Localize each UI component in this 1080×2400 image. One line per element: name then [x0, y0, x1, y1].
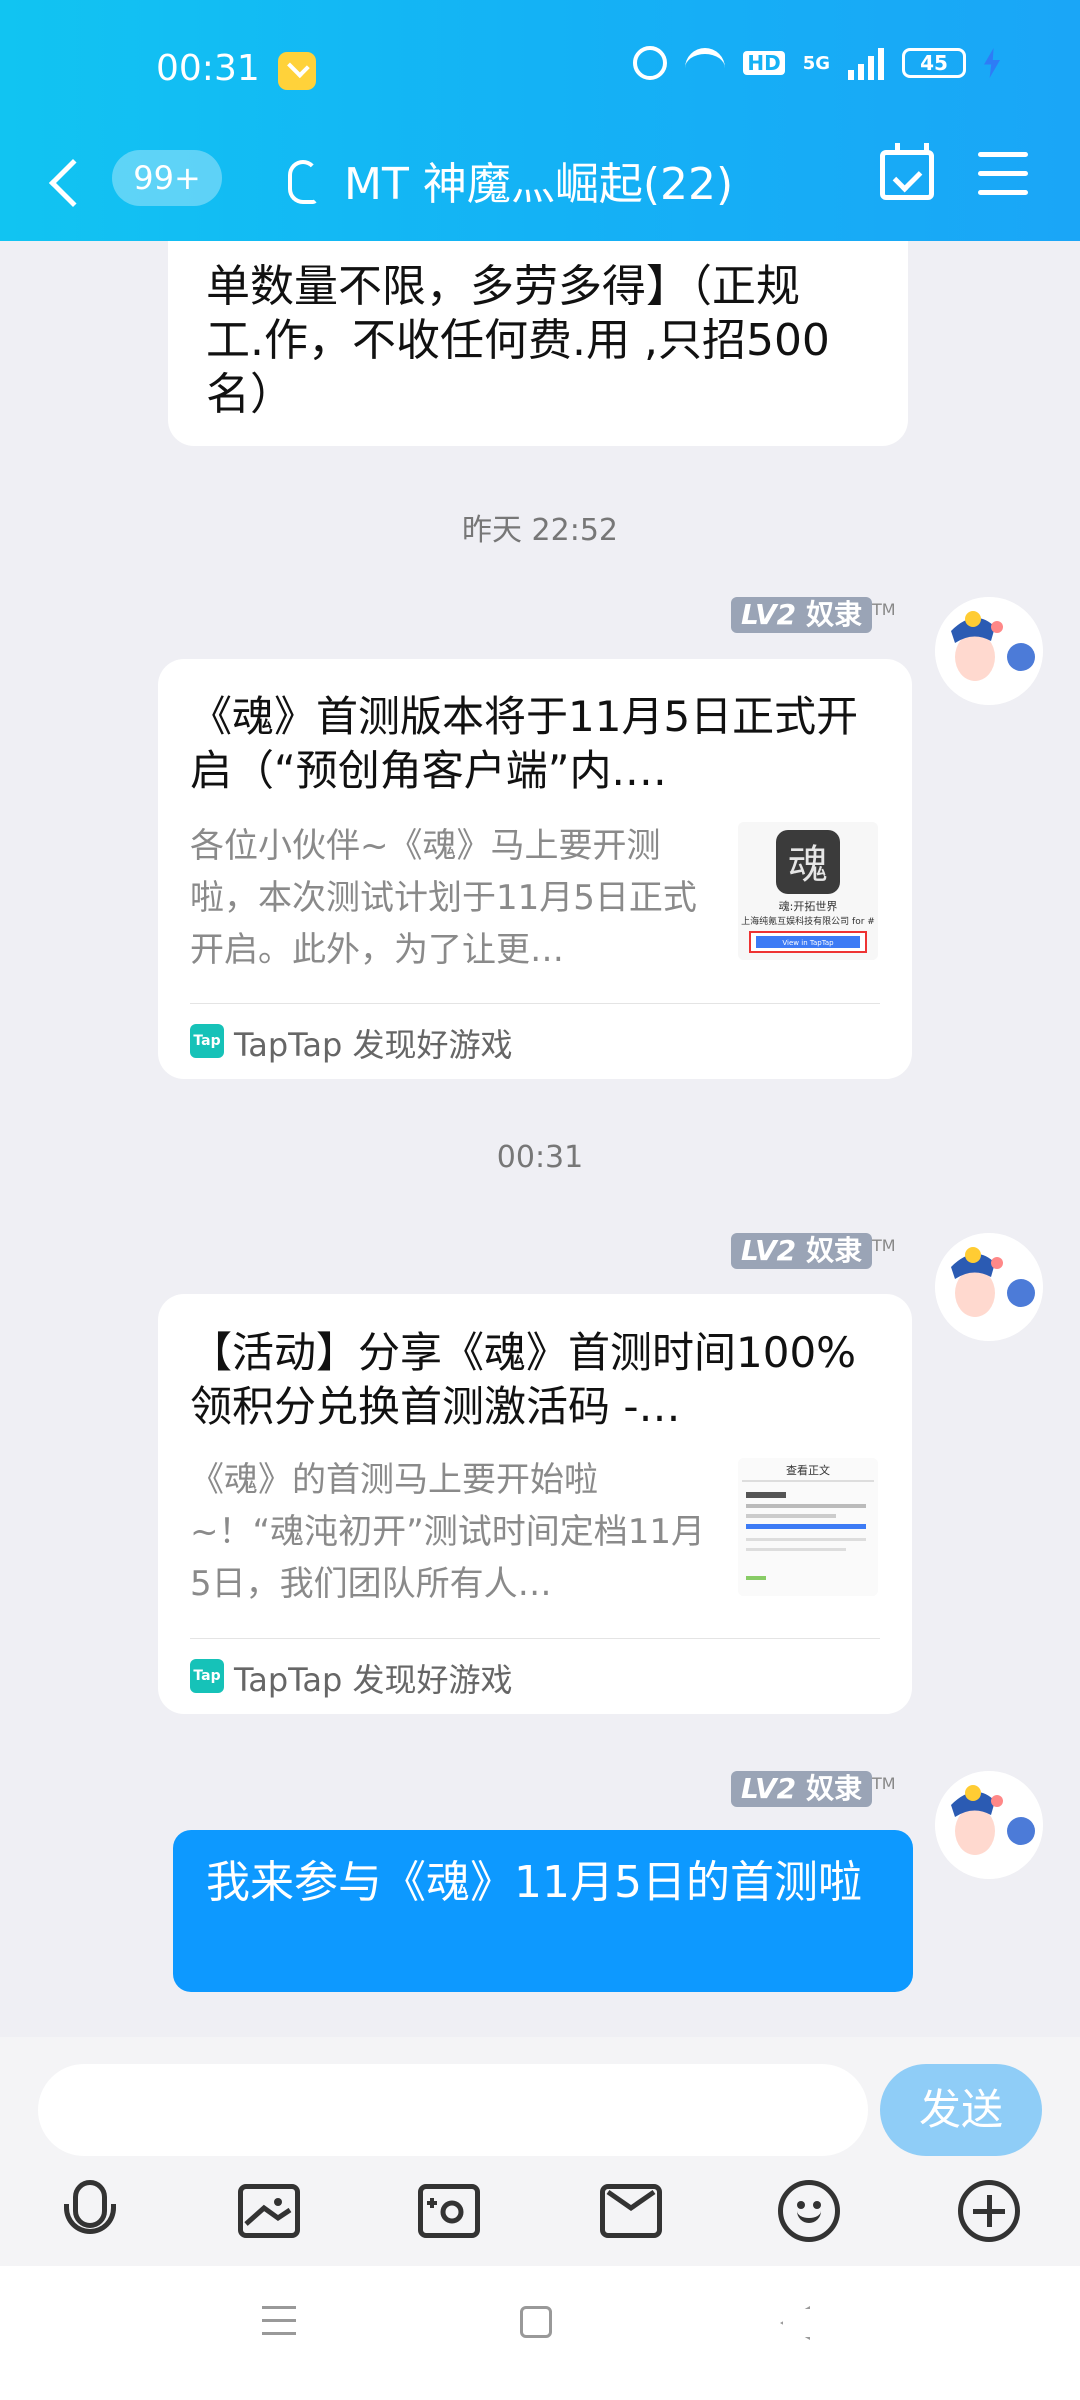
avatar[interactable]: [935, 597, 1043, 705]
back-button[interactable]: [48, 158, 98, 208]
svg-text:View in TapTap: View in TapTap: [782, 939, 834, 947]
image-icon[interactable]: [238, 2180, 302, 2244]
card-title: 《魂》首测版本将于11月5日正式开启（“预创角客户端”内.…: [190, 692, 859, 795]
card-divider: [190, 1638, 880, 1639]
voice-icon[interactable]: [58, 2180, 122, 2244]
red-packet-icon[interactable]: [600, 2180, 664, 2244]
charging-icon: [984, 48, 1000, 78]
chat-header: 00:31 HD 5G 45 99+ MT 神魔灬崛起(22): [0, 0, 1080, 241]
hd-icon: HD: [743, 51, 785, 75]
notification-icon: [278, 52, 316, 90]
send-button[interactable]: 发送: [880, 2064, 1042, 2156]
svg-text:查看正文: 查看正文: [786, 1463, 830, 1477]
card-description: 《魂》的首测马上要开始啦~！“魂沌初开”测试时间定档11月5日，我们团队所有人…: [190, 1460, 705, 1604]
network-type: 5G: [802, 52, 830, 74]
message-bubble-sent[interactable]: [173, 1830, 913, 1992]
battery-icon: 45: [902, 48, 966, 78]
card-divider: [190, 1003, 880, 1004]
sender-level-badge: LV2 奴隶: [731, 1771, 873, 1807]
signal-icon: [848, 46, 884, 80]
avatar[interactable]: [935, 1771, 1043, 1879]
message-text: 我来参与《魂》11月5日的首测啦: [206, 1857, 862, 1908]
home-button[interactable]: [520, 2306, 552, 2338]
card-thumbnail: 查看正文: [738, 1458, 878, 1596]
menu-icon[interactable]: [978, 152, 1028, 196]
wifi-icon: [685, 48, 726, 78]
page-title[interactable]: MT 神魔灬崛起(22): [344, 148, 733, 212]
timestamp: 00:31: [496, 1140, 584, 1175]
emoji-icon[interactable]: [778, 2180, 842, 2244]
card-source: TapTap 发现好游戏: [234, 1026, 513, 1064]
card-source: TapTap 发现好游戏: [234, 1661, 513, 1699]
avatar[interactable]: [935, 1233, 1043, 1341]
recent-apps-button[interactable]: [262, 2306, 296, 2336]
taptap-logo-icon: Tap: [190, 1659, 224, 1693]
system-nav-bar: [0, 2266, 1080, 2400]
unread-badge[interactable]: 99+: [112, 150, 222, 206]
card-title: 【活动】分享《魂》首测时间100%领积分兑换首测激活码 -…: [190, 1328, 857, 1431]
status-time: 00:31: [156, 48, 260, 89]
svg-text:魂: 魂: [788, 842, 828, 888]
sender-level-badge: LV2 奴隶: [731, 597, 873, 633]
trademark-label: TM: [872, 1236, 896, 1255]
camera-icon[interactable]: [418, 2180, 482, 2244]
trademark-label: TM: [872, 600, 896, 619]
sender-level-badge: LV2 奴隶: [731, 1233, 873, 1269]
svg-text:魂:开拓世界: 魂:开拓世界: [779, 899, 838, 913]
trademark-label: TM: [872, 1774, 896, 1793]
system-back-button[interactable]: [780, 2306, 810, 2340]
card-description: 各位小伙伴~《魂》马上要开测啦，本次测试计划于11月5日正式开启。此外，为了让更…: [190, 826, 697, 970]
card-thumbnail: 魂 魂:开拓世界 上海纯氪互娱科技有限公司 for # View in TapT…: [738, 822, 878, 960]
nav-bar: 99+ MT 神魔灬崛起(22): [0, 140, 1080, 230]
status-bar: 00:31 HD 5G 45: [0, 38, 1080, 108]
svg-text:上海纯氪互娱科技有限公司 for #: 上海纯氪互娱科技有限公司 for #: [741, 915, 875, 927]
message-text-previous: 单数量不限，多劳多得】（正规工.作，不收任何费.用 ,只招500名）: [206, 261, 830, 420]
message-input[interactable]: [38, 2064, 868, 2156]
plus-icon[interactable]: [958, 2180, 1022, 2244]
taptap-logo-icon: Tap: [190, 1024, 224, 1058]
alarm-icon: [633, 46, 668, 80]
earpiece-mode-icon[interactable]: [288, 160, 318, 204]
status-icons: HD 5G 45: [633, 46, 1000, 80]
timestamp: 昨天 22:52: [462, 513, 618, 548]
calendar-check-icon[interactable]: [880, 143, 934, 200]
